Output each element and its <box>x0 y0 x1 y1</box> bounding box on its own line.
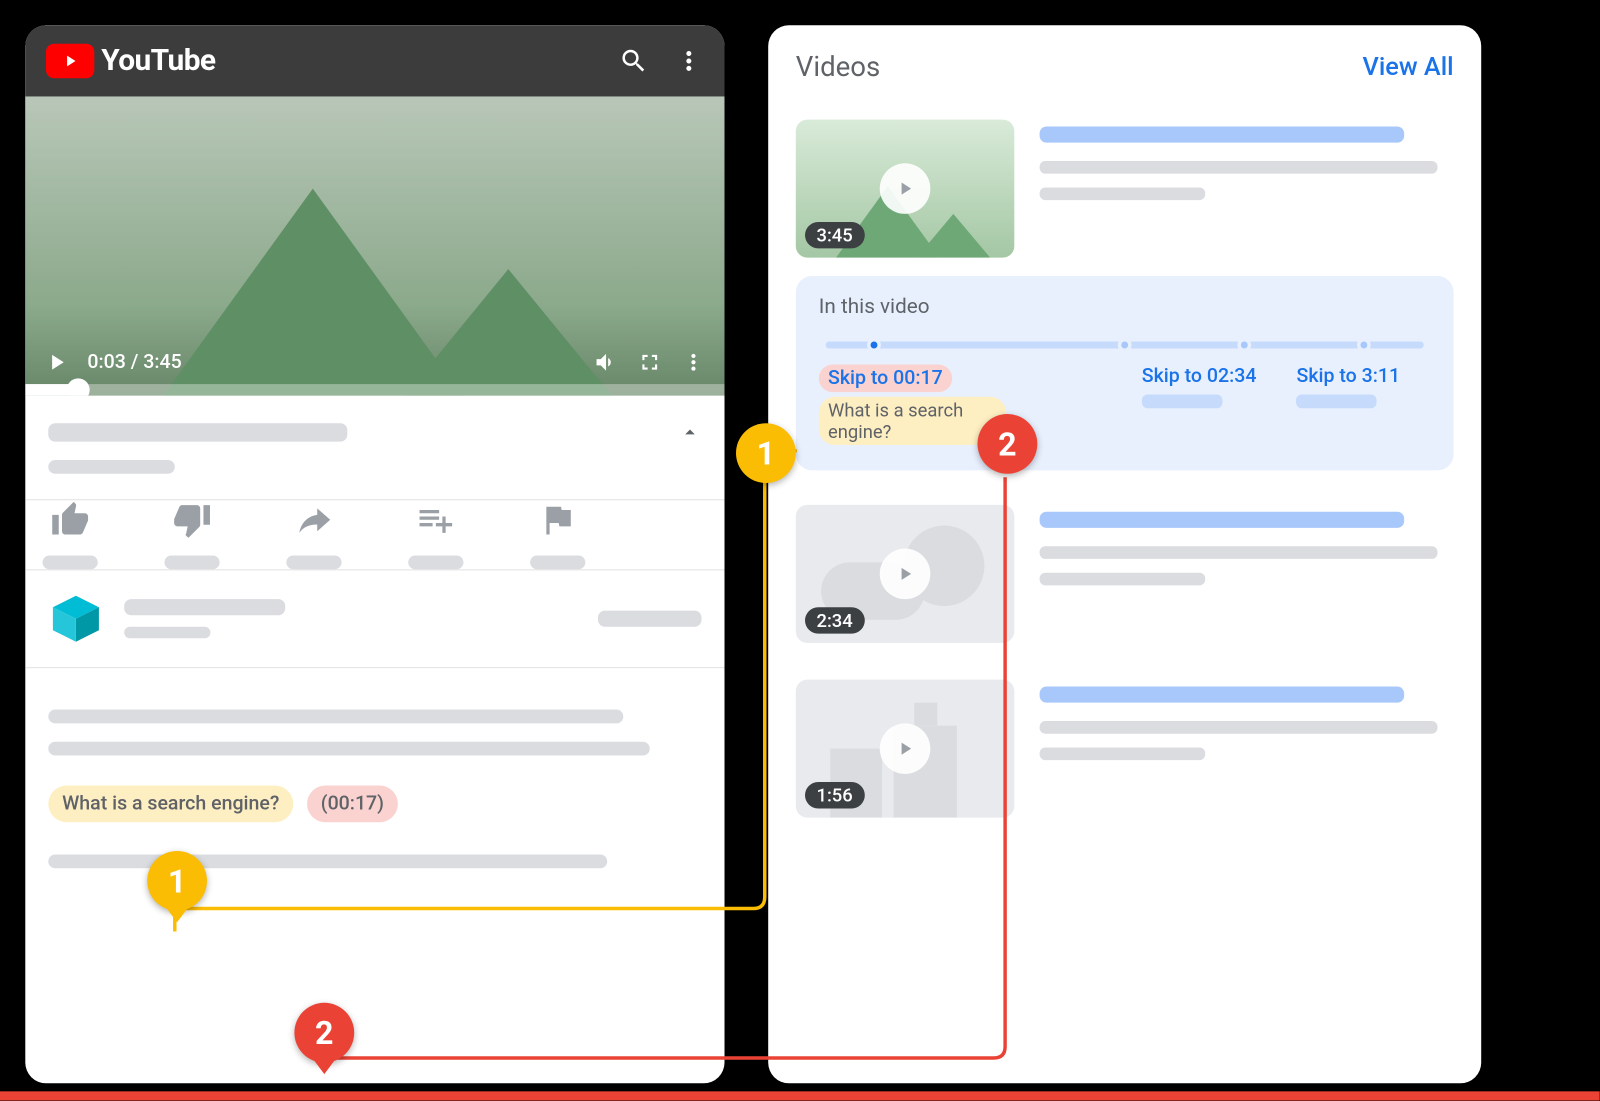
subscribe-placeholder[interactable] <box>598 611 702 627</box>
like-button[interactable] <box>30 500 110 569</box>
channel-avatar-icon[interactable] <box>48 591 103 646</box>
callout-badge-2: 2 <box>294 1003 354 1063</box>
playlist-add-icon <box>416 500 455 544</box>
player-more-icon[interactable] <box>681 350 706 375</box>
flag-icon <box>538 500 577 544</box>
chapter-title-chip[interactable]: What is a search engine? <box>48 785 293 822</box>
key-moments-box: In this video Skip to 00:17 What is a se… <box>796 276 1454 471</box>
video-actions <box>25 500 724 569</box>
videos-header: Videos View All <box>768 25 1481 108</box>
channel-sub-placeholder <box>124 627 210 639</box>
thumbs-down-icon <box>173 500 212 544</box>
video-thumbnail[interactable]: 2:34 <box>796 505 1015 643</box>
result-title-placeholder <box>1040 127 1404 143</box>
report-button[interactable] <box>518 500 599 569</box>
save-button[interactable] <box>396 500 476 569</box>
dislike-button[interactable] <box>152 500 232 569</box>
more-vert-icon[interactable] <box>674 46 704 76</box>
video-title-placeholder <box>48 423 347 441</box>
videos-heading: Videos <box>796 51 880 83</box>
play-circle-icon <box>880 724 931 775</box>
video-result[interactable]: 3:45 <box>768 108 1481 269</box>
youtube-play-icon <box>46 44 94 78</box>
fullscreen-icon[interactable] <box>637 350 662 375</box>
youtube-logo[interactable]: YouTube <box>46 44 216 78</box>
youtube-watch-card: YouTube 0:03 / 3:45 <box>25 25 724 1083</box>
search-icon[interactable] <box>619 46 649 76</box>
key-moment-skip[interactable]: Skip to 00:17 <box>819 365 952 393</box>
channel-row <box>25 570 724 667</box>
video-thumbnail[interactable]: 3:45 <box>796 120 1015 258</box>
callout-badge-1: 1 <box>147 851 207 911</box>
video-result[interactable]: 1:56 <box>768 669 1481 830</box>
video-title-section <box>25 396 724 499</box>
progress-track[interactable] <box>25 384 724 395</box>
chapter-time-chip[interactable]: (00:17) <box>307 785 398 822</box>
volume-icon[interactable] <box>593 350 618 375</box>
description-section <box>25 675 724 756</box>
share-icon <box>294 500 333 544</box>
youtube-header: YouTube <box>25 25 724 96</box>
video-subtitle-placeholder <box>48 460 175 474</box>
thumbs-up-icon <box>51 500 90 544</box>
video-player[interactable]: 0:03 / 3:45 <box>25 97 724 396</box>
key-moment-skip[interactable]: Skip to 02:34 <box>1142 365 1276 388</box>
video-thumbnail[interactable]: 1:56 <box>796 680 1015 818</box>
expand-icon[interactable] <box>679 421 702 444</box>
bottom-accent-strip <box>0 1091 1600 1100</box>
duration-badge: 1:56 <box>805 782 864 808</box>
channel-name-placeholder <box>124 599 285 615</box>
key-moment-skip[interactable]: Skip to 3:11 <box>1297 365 1431 388</box>
key-moments-title: In this video <box>819 294 1431 318</box>
play-icon[interactable] <box>44 350 69 375</box>
youtube-wordmark: YouTube <box>101 44 215 78</box>
callout-badge-1: 1 <box>736 423 796 483</box>
video-result[interactable]: 2:34 <box>768 494 1481 655</box>
search-videos-card: Videos View All 3:45 In this video Skip … <box>768 25 1481 1083</box>
duration-badge: 3:45 <box>805 222 864 248</box>
chapter-chip-row: What is a search engine? (00:17) <box>25 756 724 823</box>
callout-badge-2: 2 <box>978 414 1038 474</box>
player-time: 0:03 / 3:45 <box>87 351 181 374</box>
key-moments-track[interactable] <box>826 342 1424 349</box>
play-circle-icon <box>880 549 931 600</box>
play-circle-icon <box>880 163 931 214</box>
description-line-placeholder <box>48 854 607 868</box>
duration-badge: 2:34 <box>805 608 864 634</box>
share-button[interactable] <box>274 500 355 569</box>
view-all-link[interactable]: View All <box>1363 52 1454 81</box>
